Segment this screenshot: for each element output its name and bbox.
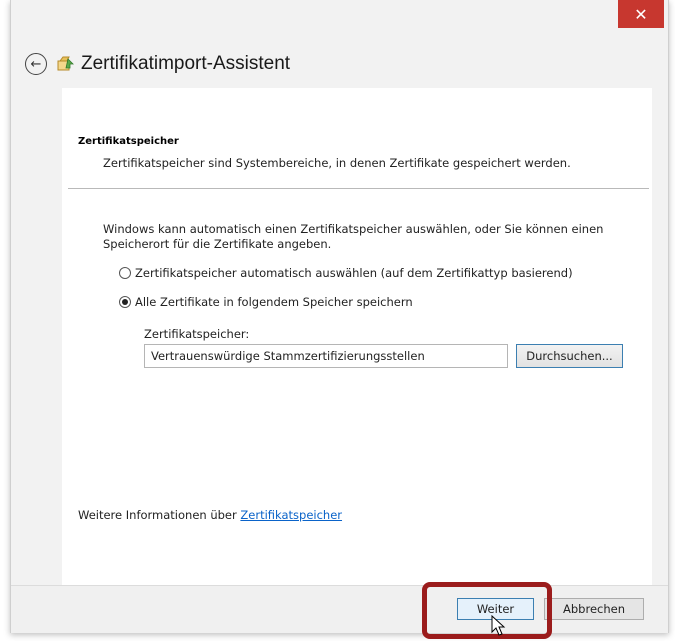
radio-auto-indicator[interactable]: [119, 267, 131, 279]
back-arrow-icon: ←: [30, 56, 42, 72]
certificate-wizard-icon: [57, 56, 74, 71]
store-label: Zertifikatspeicher:: [144, 327, 250, 341]
highlight-box: [422, 582, 552, 639]
radio-manual-indicator[interactable]: [119, 296, 131, 308]
intro-text: Windows kann automatisch einen Zertifika…: [103, 222, 604, 251]
close-icon: ✕: [634, 4, 648, 24]
radio-auto-label: Zertifikatspeicher automatisch auswählen…: [135, 266, 573, 280]
browse-button[interactable]: Durchsuchen...: [516, 344, 623, 368]
radio-manual-store[interactable]: Alle Zertifikate in folgendem Speicher s…: [119, 295, 413, 309]
section-title: Zertifikatspeicher: [78, 136, 179, 147]
back-button[interactable]: ←: [25, 53, 47, 75]
store-field[interactable]: Vertrauenswürdige Stammzertifizierungsst…: [144, 344, 508, 368]
close-button[interactable]: ✕: [618, 0, 664, 28]
divider: [68, 188, 649, 189]
wizard-footer: Weiter Abbrechen: [11, 585, 668, 633]
radio-auto-store[interactable]: Zertifikatspeicher automatisch auswählen…: [119, 266, 573, 280]
wizard-header: ← Zertifikatimport-Assistent: [11, 40, 668, 88]
mouse-cursor-icon: [491, 615, 506, 636]
section-description: Zertifikatspeicher sind Systembereiche, …: [103, 156, 571, 170]
store-info-link[interactable]: Zertifikatspeicher: [240, 508, 342, 522]
cancel-button[interactable]: Abbrechen: [544, 598, 644, 620]
wizard-window: ✕ ← Zertifikatimport-Assistent Zertifika…: [10, 0, 669, 633]
wizard-content: Zertifikatspeicher Zertifikatspeicher si…: [62, 88, 652, 585]
radio-selected-dot: [122, 299, 128, 305]
wizard-title: Zertifikatimport-Assistent: [81, 53, 291, 74]
more-info-text: Weitere Informationen über: [78, 508, 241, 522]
more-info: Weitere Informationen über Zertifikatspe…: [78, 508, 342, 522]
radio-manual-label: Alle Zertifikate in folgendem Speicher s…: [135, 295, 413, 309]
